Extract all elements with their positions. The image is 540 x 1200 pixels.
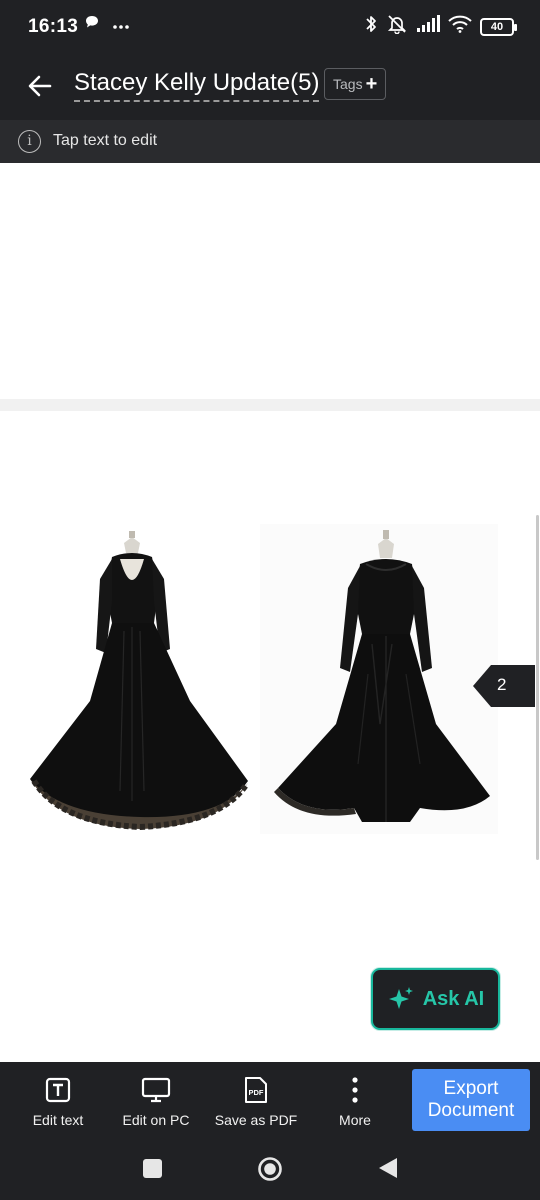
notification-icons bbox=[84, 14, 130, 35]
recents-square-icon[interactable] bbox=[143, 1159, 162, 1183]
page-number: 2 bbox=[497, 675, 507, 694]
status-bar: 16:13 40 bbox=[0, 0, 540, 54]
scrollbar-thumb[interactable] bbox=[536, 515, 539, 860]
text-box-icon bbox=[45, 1076, 71, 1104]
dress-front-view-image[interactable] bbox=[260, 524, 498, 834]
back-triangle-icon[interactable] bbox=[378, 1157, 398, 1184]
document-page-1[interactable] bbox=[0, 163, 540, 399]
page-divider bbox=[0, 399, 540, 411]
edit-on-pc-button[interactable]: Edit on PC bbox=[111, 1076, 201, 1128]
bluetooth-icon bbox=[364, 14, 378, 39]
plus-icon: + bbox=[365, 73, 378, 95]
edit-text-button[interactable]: Edit text bbox=[13, 1076, 103, 1128]
save-as-pdf-button[interactable]: PDF Save as PDF bbox=[211, 1076, 301, 1128]
wifi-icon bbox=[448, 15, 472, 38]
mute-icon bbox=[386, 14, 408, 39]
more-button[interactable]: More bbox=[310, 1076, 400, 1128]
system-nav-bar bbox=[0, 1136, 540, 1200]
chat-bubble-icon bbox=[84, 14, 100, 35]
sparkle-icon bbox=[388, 987, 413, 1009]
signal-icon bbox=[416, 15, 440, 38]
document-title[interactable]: Stacey Kelly Update(5) bbox=[74, 69, 320, 102]
svg-text:PDF: PDF bbox=[249, 1088, 264, 1097]
ask-ai-button[interactable]: Ask AI bbox=[371, 968, 500, 1030]
arrow-left-icon bbox=[28, 75, 52, 97]
hint-text: Tap text to edit bbox=[53, 132, 158, 149]
edit-on-pc-label: Edit on PC bbox=[122, 1112, 190, 1128]
export-label-line2: Document bbox=[427, 1100, 515, 1121]
dress-back-view-image[interactable] bbox=[20, 531, 256, 841]
battery-indicator: 40 bbox=[480, 17, 517, 36]
bottom-toolbar: Edit text Edit on PC PDF Save as PDF Mor… bbox=[0, 1062, 540, 1136]
edit-hint-bar: i Tap text to edit bbox=[0, 120, 540, 163]
tags-label: Tags bbox=[333, 76, 363, 92]
home-circle-icon[interactable] bbox=[257, 1156, 283, 1187]
monitor-icon bbox=[141, 1076, 171, 1104]
document-page-2[interactable] bbox=[0, 411, 540, 1062]
ask-ai-label: Ask AI bbox=[422, 987, 485, 1010]
more-vertical-icon bbox=[351, 1076, 359, 1104]
more-dots-icon bbox=[112, 14, 130, 35]
status-time: 16:13 bbox=[28, 16, 79, 37]
page-number-badge[interactable]: 2 bbox=[473, 665, 535, 707]
back-button[interactable] bbox=[22, 68, 58, 104]
tags-button[interactable]: Tags + bbox=[324, 68, 387, 100]
system-icons: 40 bbox=[364, 14, 517, 39]
export-label-line1: Export bbox=[443, 1078, 499, 1099]
save-as-pdf-label: Save as PDF bbox=[214, 1112, 298, 1128]
export-document-button[interactable]: Export Document bbox=[412, 1069, 530, 1131]
info-icon: i bbox=[18, 130, 41, 153]
app-bar: Stacey Kelly Update(5) Tags + bbox=[0, 54, 540, 120]
pdf-file-icon: PDF bbox=[244, 1076, 268, 1104]
more-label: More bbox=[339, 1112, 371, 1128]
edit-text-label: Edit text bbox=[32, 1112, 84, 1128]
